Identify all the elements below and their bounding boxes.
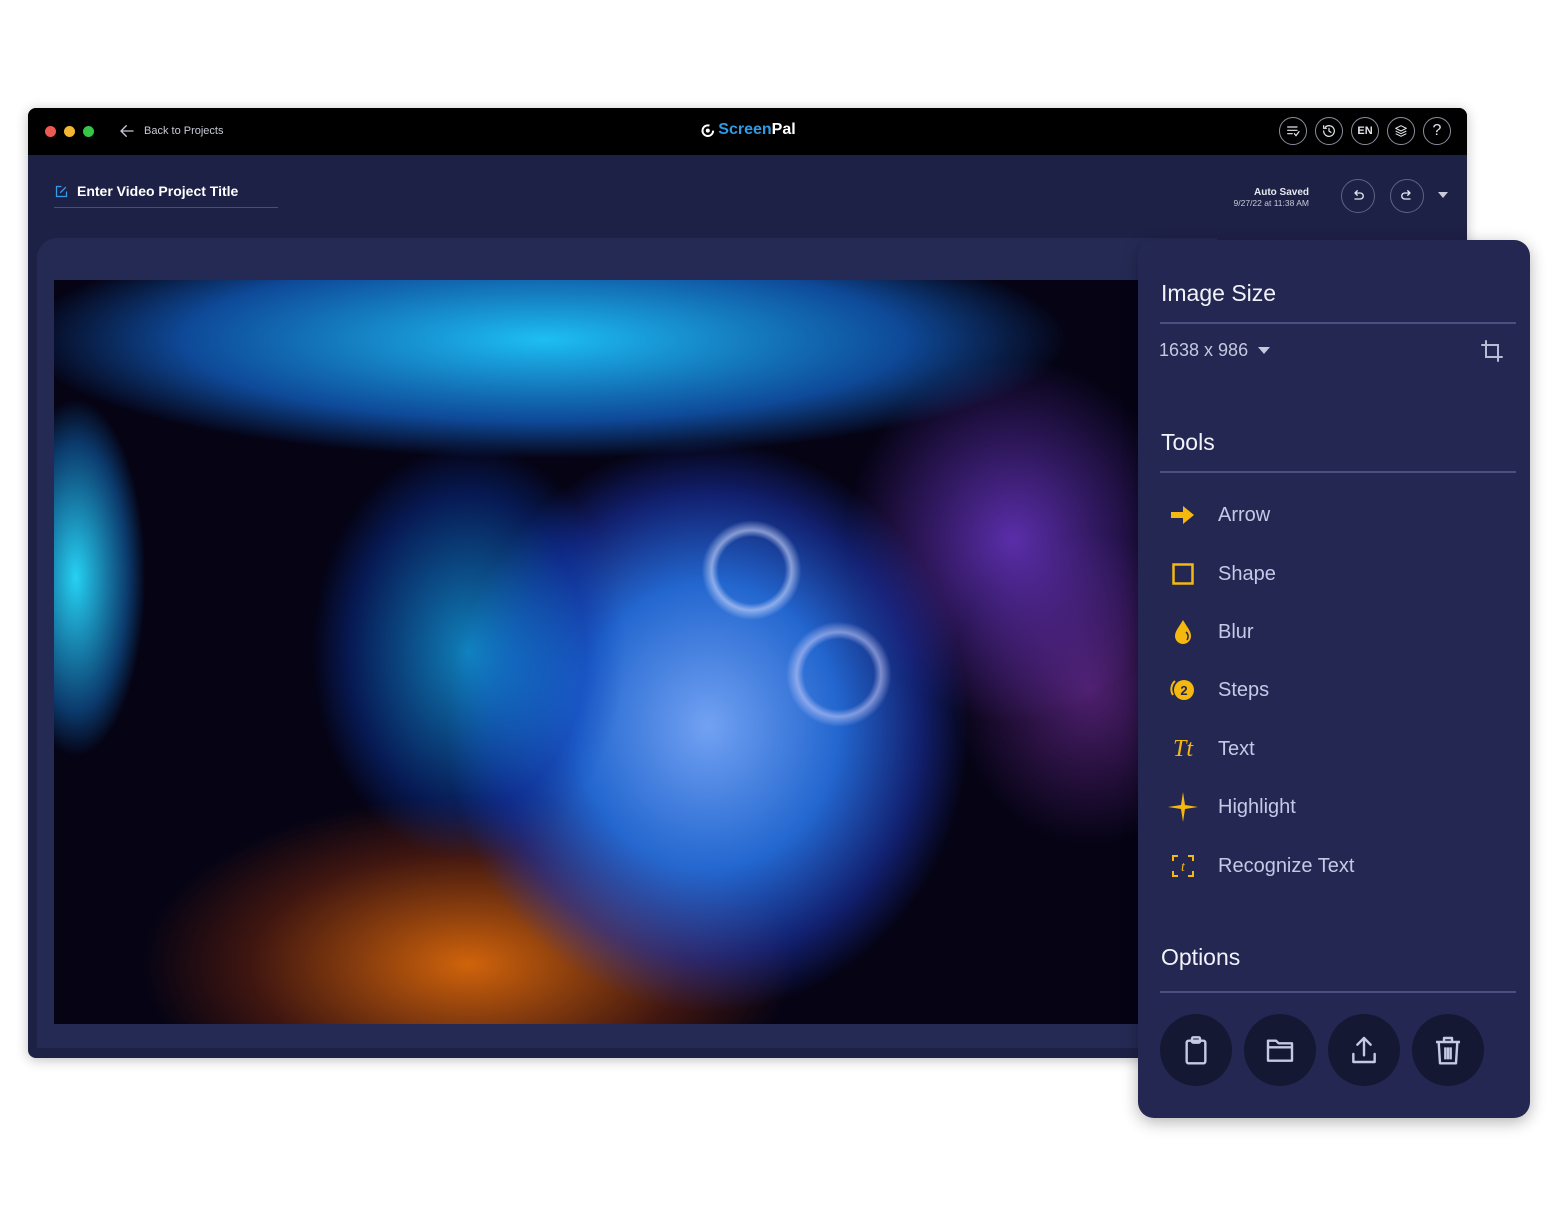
close-window-button[interactable]	[45, 126, 56, 137]
folder-icon	[1266, 1039, 1294, 1062]
logo-text-screen: Screen	[718, 121, 772, 138]
image-size-heading: Image Size	[1161, 280, 1277, 306]
clipboard-icon	[1185, 1036, 1207, 1065]
tool-label: Blur	[1218, 620, 1254, 643]
upload-icon	[1352, 1036, 1376, 1064]
arrow-left-icon	[120, 125, 134, 137]
history-button[interactable]	[1315, 117, 1343, 145]
language-button[interactable]: EN	[1351, 117, 1379, 145]
sparkle-icon	[1168, 792, 1198, 822]
history-dropdown-caret[interactable]	[1438, 192, 1448, 198]
history-icon	[1323, 125, 1335, 137]
logo-text-pal: Pal	[771, 121, 796, 138]
logo-icon	[700, 124, 714, 137]
tool-label: Arrow	[1218, 503, 1271, 526]
screenpal-logo: Screen Pal	[699, 121, 796, 139]
chevron-down-icon	[1258, 347, 1271, 354]
tool-recognize-text[interactable]: t Recognize Text	[1168, 846, 1354, 886]
svg-text:2: 2	[1180, 683, 1187, 698]
redo-button[interactable]	[1390, 179, 1424, 213]
title-bar: Back to Projects Screen Pal EN ?	[28, 108, 1467, 155]
tools-heading: Tools	[1161, 429, 1215, 455]
top-toolbar: EN ?	[1279, 117, 1451, 145]
language-label: EN	[1357, 125, 1373, 137]
help-icon: ?	[1432, 122, 1442, 139]
canvas-area	[37, 238, 1217, 1048]
image-size-dropdown[interactable]: 1638 x 986	[1159, 340, 1271, 361]
autosave-status: Auto Saved 9/27/22 at 11:38 AM	[1234, 187, 1309, 208]
layers-icon	[1395, 125, 1407, 137]
divider	[1160, 471, 1516, 473]
arrow-icon	[1171, 506, 1194, 524]
tool-shape[interactable]: Shape	[1168, 554, 1276, 594]
checklist-button[interactable]	[1279, 117, 1307, 145]
side-panel: Image Size 1638 x 986 Tools Arrow Shape …	[1138, 240, 1530, 1118]
undo-icon	[1354, 190, 1364, 200]
redo-icon	[1401, 190, 1411, 200]
help-button[interactable]: ?	[1423, 117, 1451, 145]
text-icon: Tt	[1172, 735, 1193, 762]
open-folder-button[interactable]	[1244, 1014, 1316, 1086]
tool-text[interactable]: Tt Text	[1168, 729, 1255, 769]
drop-icon	[1175, 620, 1191, 644]
edit-icon	[55, 185, 68, 197]
checklist-icon	[1287, 126, 1300, 137]
tool-blur[interactable]: Blur	[1168, 612, 1254, 652]
undo-button[interactable]	[1341, 179, 1375, 213]
back-to-projects-link[interactable]: Back to Projects	[118, 122, 223, 140]
autosave-time: 9/27/22 at 11:38 AM	[1233, 198, 1309, 208]
upload-button[interactable]	[1328, 1014, 1400, 1086]
steps-icon: 2	[1170, 680, 1194, 700]
back-label: Back to Projects	[144, 125, 224, 137]
svg-text:t: t	[1181, 860, 1186, 875]
image-size-value: 1638 x 986	[1159, 340, 1249, 360]
project-bar: Enter Video Project Title Auto Saved 9/2…	[28, 155, 1467, 239]
options-heading: Options	[1161, 944, 1241, 970]
paste-button[interactable]	[1160, 1014, 1232, 1086]
autosave-label: Auto Saved	[1253, 187, 1309, 198]
tool-label: Highlight	[1218, 795, 1296, 818]
project-title-input[interactable]: Enter Video Project Title	[54, 183, 278, 208]
tool-highlight[interactable]: Highlight	[1168, 787, 1296, 827]
minimize-window-button[interactable]	[64, 126, 75, 137]
tool-label: Steps	[1218, 678, 1270, 701]
layers-button[interactable]	[1387, 117, 1415, 145]
tool-label: Text	[1218, 737, 1255, 760]
jellyfish-image[interactable]	[54, 280, 1144, 1024]
divider	[1160, 322, 1516, 324]
tool-label: Recognize Text	[1218, 854, 1355, 877]
tool-arrow[interactable]: Arrow	[1168, 495, 1270, 535]
recognize-text-icon: t	[1172, 855, 1194, 877]
delete-button[interactable]	[1412, 1014, 1484, 1086]
square-icon	[1172, 563, 1194, 585]
crop-icon[interactable]	[1480, 339, 1504, 363]
project-title-placeholder: Enter Video Project Title	[77, 183, 239, 199]
trash-icon	[1436, 1036, 1460, 1065]
maximize-window-button[interactable]	[83, 126, 94, 137]
tool-steps[interactable]: 2 Steps	[1168, 670, 1269, 710]
divider	[1160, 991, 1516, 993]
tool-label: Shape	[1218, 562, 1276, 585]
